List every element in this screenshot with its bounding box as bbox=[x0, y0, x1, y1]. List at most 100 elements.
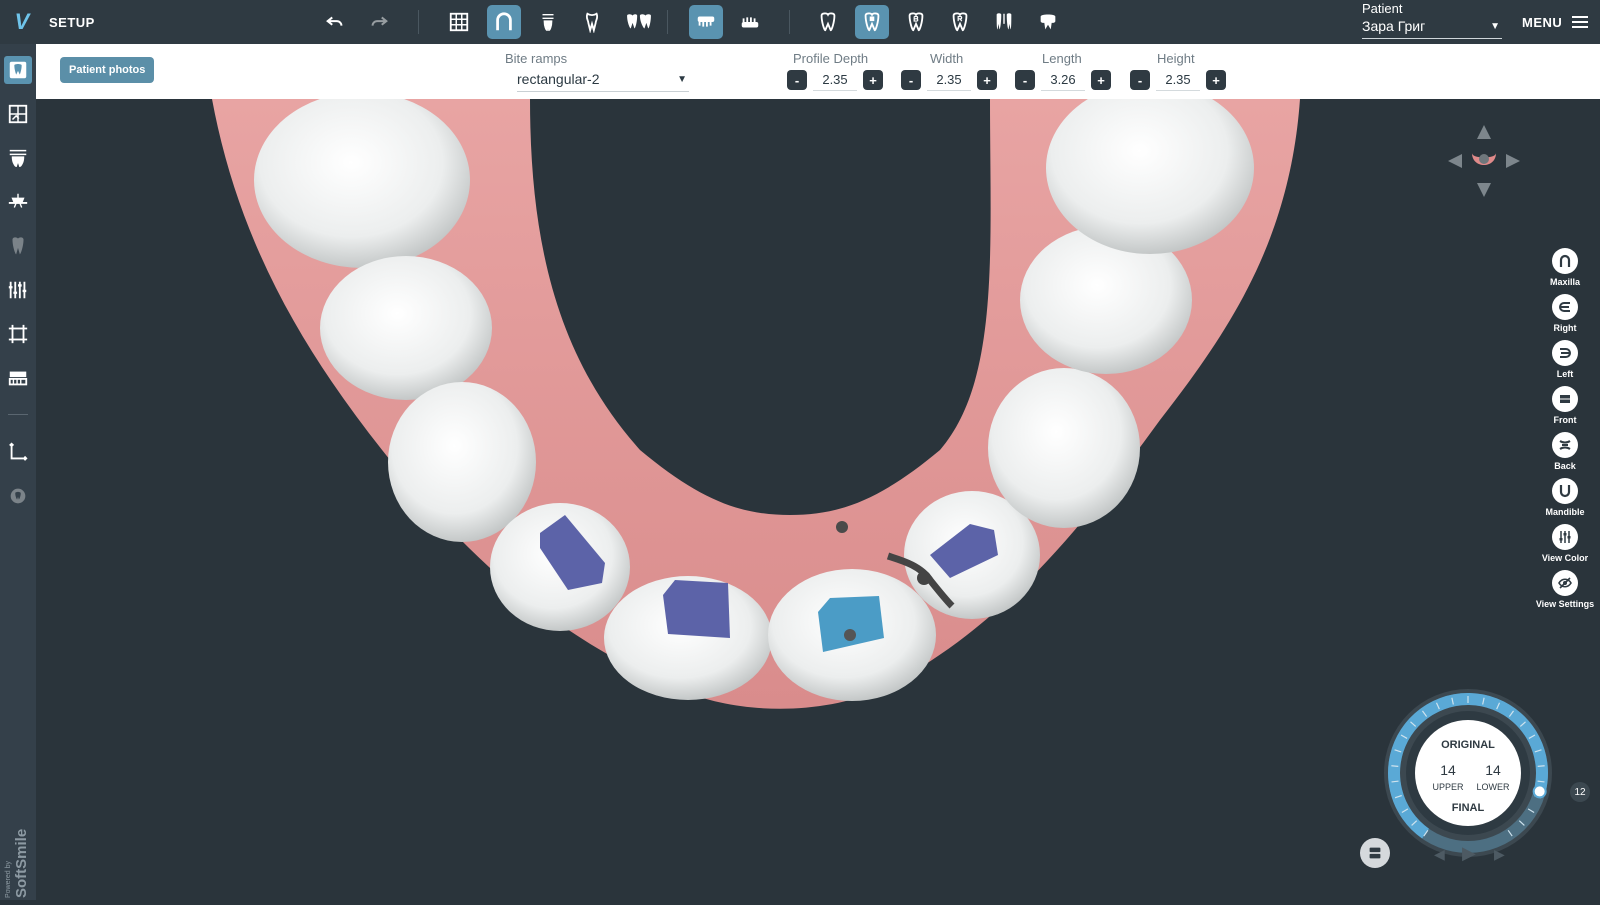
toolbar-divider bbox=[789, 10, 790, 34]
mode-title: SETUP bbox=[49, 14, 95, 30]
tooth-b-icon[interactable] bbox=[899, 5, 933, 39]
profile-depth-minus-button[interactable]: - bbox=[787, 70, 807, 90]
tooth-roots-icon[interactable] bbox=[575, 5, 609, 39]
view-color-button[interactable]: View Color bbox=[1535, 524, 1595, 563]
menu-button[interactable]: MENU bbox=[1522, 0, 1589, 44]
stage-dial[interactable] bbox=[1380, 685, 1556, 861]
length-value[interactable]: 3.26 bbox=[1041, 70, 1085, 91]
view-back-button[interactable]: Back bbox=[1535, 432, 1595, 471]
height-minus-button[interactable]: - bbox=[1130, 70, 1150, 90]
width-stepper: - 2.35 + bbox=[901, 69, 997, 91]
width-value[interactable]: 2.35 bbox=[927, 70, 971, 91]
patient-photos-icon[interactable] bbox=[4, 56, 32, 84]
front-view-icon bbox=[1552, 386, 1578, 412]
dial-tick bbox=[1391, 765, 1399, 767]
teeth-pair-icon[interactable] bbox=[619, 5, 659, 39]
bite-ramps-label: Bite ramps bbox=[505, 51, 568, 66]
width-minus-button[interactable]: - bbox=[901, 70, 921, 90]
view-color-label: View Color bbox=[1541, 553, 1589, 563]
staging-icon[interactable] bbox=[4, 276, 32, 304]
grid-icon[interactable] bbox=[442, 5, 476, 39]
view-left-button[interactable]: Left bbox=[1535, 340, 1595, 379]
app-logo[interactable]: V bbox=[8, 0, 36, 44]
dial-tick bbox=[1537, 780, 1545, 783]
tooth-left-molar-2 bbox=[320, 256, 492, 400]
tooth-top-icon[interactable] bbox=[1031, 5, 1065, 39]
final-label[interactable]: FINAL bbox=[1418, 802, 1518, 814]
upper-jaw-icon[interactable] bbox=[689, 5, 723, 39]
chevron-down-icon: ▼ bbox=[1490, 21, 1500, 32]
dial-knob[interactable] bbox=[1532, 784, 1547, 799]
height-stepper: - 2.35 + bbox=[1130, 69, 1226, 91]
patient-name: Зара Григ bbox=[1362, 18, 1426, 34]
view-back-label: Back bbox=[1554, 461, 1576, 471]
tooth-selected-icon[interactable] bbox=[855, 5, 889, 39]
view-maxilla-label: Maxilla bbox=[1549, 277, 1580, 287]
occlusion-toggle-icon[interactable] bbox=[1360, 838, 1390, 868]
hamburger-icon bbox=[1572, 13, 1589, 31]
toolbar-divider bbox=[667, 10, 668, 34]
arch-icon[interactable] bbox=[487, 5, 521, 39]
view-maxilla-button[interactable]: Maxilla bbox=[1535, 248, 1595, 287]
tooth-disabled-icon[interactable] bbox=[4, 232, 32, 260]
measure-axis-icon[interactable] bbox=[4, 438, 32, 466]
lower-label: LOWER bbox=[1476, 782, 1510, 792]
step-back-icon[interactable]: ◀︎ bbox=[1434, 846, 1445, 863]
tooth-icon[interactable] bbox=[811, 5, 845, 39]
tooth-ipr-icon[interactable] bbox=[987, 5, 1021, 39]
top-bar: V SETUP Patient Зара Григ ▼ MENU bbox=[0, 0, 1600, 44]
view-mandible-label: Mandible bbox=[1545, 507, 1585, 517]
undo-icon[interactable] bbox=[318, 5, 352, 39]
view-front-button[interactable]: Front bbox=[1535, 386, 1595, 425]
current-stage-badge: 12 bbox=[1570, 782, 1590, 802]
right-view-icon bbox=[1552, 294, 1578, 320]
sliders-icon bbox=[1552, 524, 1578, 550]
original-label[interactable]: ORIGINAL bbox=[1418, 739, 1518, 751]
tooth-segmentation-icon[interactable] bbox=[4, 144, 32, 172]
tool-options-bar: Patient photos Bite ramps rectangular-2 … bbox=[36, 44, 1600, 99]
play-icon[interactable]: ▶︎ bbox=[1462, 843, 1476, 864]
height-value[interactable]: 2.35 bbox=[1156, 70, 1200, 91]
powered-by-label: Powered by bbox=[5, 861, 12, 898]
profile-depth-value[interactable]: 2.35 bbox=[813, 70, 857, 91]
length-minus-button[interactable]: - bbox=[1015, 70, 1035, 90]
view-settings-button[interactable]: View Settings bbox=[1535, 570, 1595, 609]
toolbar-divider bbox=[418, 10, 419, 34]
patient-select[interactable]: Зара Григ ▼ bbox=[1362, 18, 1502, 39]
orientation-gizmo[interactable] bbox=[1444, 121, 1524, 201]
redo-icon[interactable] bbox=[362, 5, 396, 39]
lower-jaw-icon[interactable] bbox=[733, 5, 767, 39]
view-left-label: Left bbox=[1556, 369, 1574, 379]
patient-photos-button[interactable]: Patient photos bbox=[60, 57, 155, 83]
tooth-r-icon[interactable] bbox=[943, 5, 977, 39]
lower-count: 14 bbox=[1485, 762, 1501, 778]
profile-depth-plus-button[interactable]: + bbox=[863, 70, 883, 90]
upper-label: UPPER bbox=[1432, 782, 1464, 792]
height-plus-button[interactable]: + bbox=[1206, 70, 1226, 90]
ramp-handle bbox=[844, 629, 856, 641]
width-label: Width bbox=[930, 51, 964, 66]
length-plus-button[interactable]: + bbox=[1091, 70, 1111, 90]
step-forward-icon[interactable]: ▶︎ bbox=[1494, 846, 1505, 863]
tooth-settings-icon[interactable] bbox=[4, 482, 32, 510]
bite-ramps-select[interactable]: rectangular-2 ▼ bbox=[517, 71, 689, 92]
3d-viewport[interactable] bbox=[36, 99, 1600, 900]
aligner-icon[interactable] bbox=[4, 364, 32, 392]
tooth-left-molar-1 bbox=[254, 99, 470, 268]
occlusal-plane-icon[interactable] bbox=[4, 188, 32, 216]
view-mandible-button[interactable]: Mandible bbox=[1535, 478, 1595, 517]
left-view-icon bbox=[1552, 340, 1578, 366]
view-right-button[interactable]: Right bbox=[1535, 294, 1595, 333]
length-label: Length bbox=[1042, 51, 1082, 66]
measurement-marker-joint bbox=[917, 571, 931, 585]
width-plus-button[interactable]: + bbox=[977, 70, 997, 90]
view-right-label: Right bbox=[1553, 323, 1577, 333]
dial-tick bbox=[1537, 765, 1545, 767]
crop-frame-icon[interactable] bbox=[4, 320, 32, 348]
tooth-attachment-icon[interactable] bbox=[531, 5, 565, 39]
photo-gallery-icon[interactable] bbox=[4, 100, 32, 128]
dental-arch-model[interactable] bbox=[36, 99, 1600, 900]
mandible-icon bbox=[1552, 478, 1578, 504]
view-front-label: Front bbox=[1553, 415, 1577, 425]
upper-count: 14 bbox=[1440, 762, 1456, 778]
